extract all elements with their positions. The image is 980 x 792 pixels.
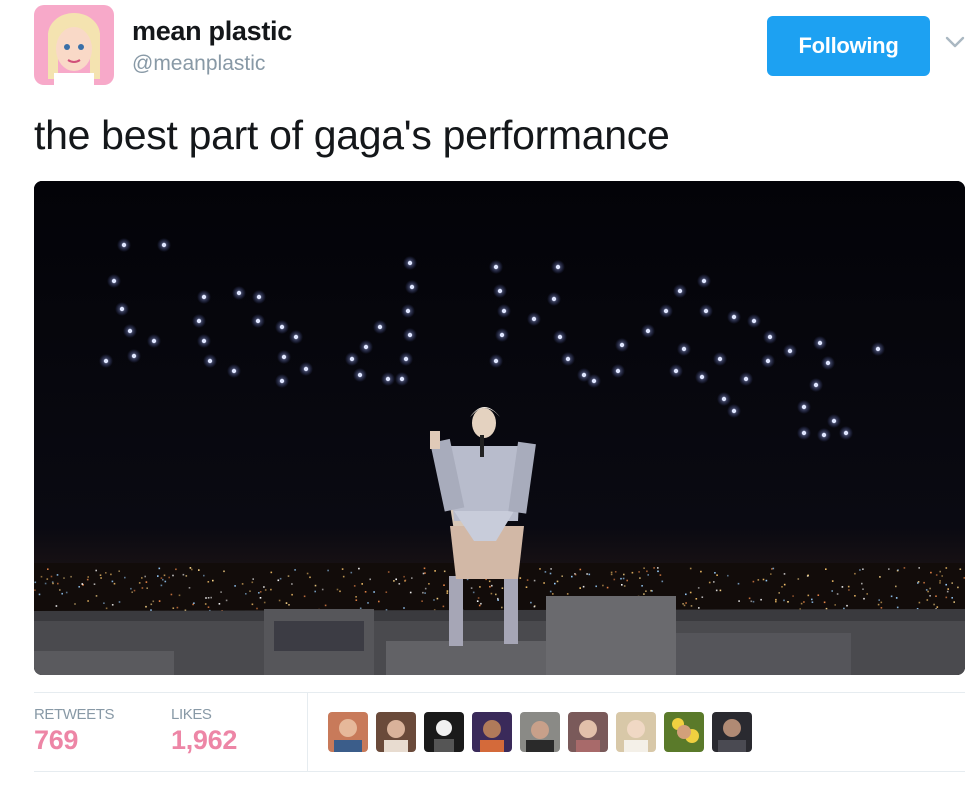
author-display-name[interactable]: mean plastic (132, 16, 292, 47)
author-handle[interactable]: @meanplastic (132, 52, 265, 76)
liker-avatar[interactable] (664, 712, 704, 752)
night-sky-performance-image (34, 181, 965, 675)
liker-avatar[interactable] (472, 712, 512, 752)
likes-count: 1,962 (171, 725, 238, 755)
liker-avatar[interactable] (616, 712, 656, 752)
liker-avatar[interactable] (376, 712, 416, 752)
chevron-down-icon[interactable] (944, 34, 966, 50)
tweet-media-image[interactable] (34, 181, 965, 675)
following-button[interactable]: Following (767, 16, 930, 76)
tweet-text: the best part of gaga's performance (34, 112, 670, 158)
stats-divider-top (34, 692, 965, 693)
liker-avatar[interactable] (328, 712, 368, 752)
liker-avatar[interactable] (520, 712, 560, 752)
likes-stat[interactable]: LIKES 1,962 (171, 706, 237, 756)
liker-avatar[interactable] (712, 712, 752, 752)
stats-divider-bottom (34, 771, 965, 772)
likes-label: LIKES (171, 706, 212, 723)
retweets-stat[interactable]: RETWEETS 769 (34, 706, 115, 756)
stats-separator (307, 693, 308, 771)
retweets-count: 769 (34, 725, 79, 755)
liker-avatar[interactable] (424, 712, 464, 752)
retweets-label: RETWEETS (34, 706, 115, 723)
author-avatar[interactable] (34, 5, 114, 85)
liker-avatar[interactable] (568, 712, 608, 752)
